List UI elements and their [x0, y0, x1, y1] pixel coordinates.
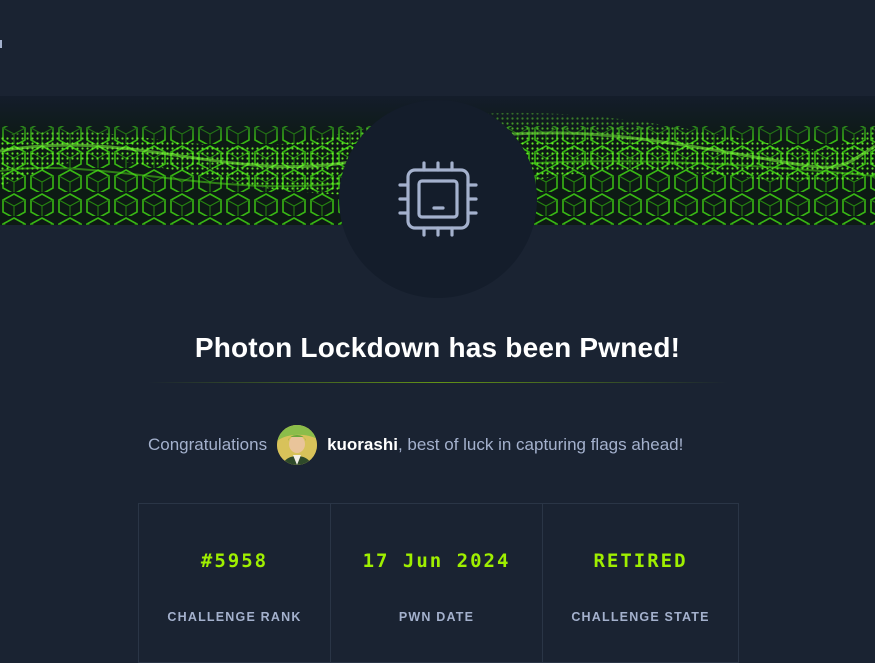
stat-label-pwn-date: PWN DATE — [398, 610, 475, 624]
congrats-prefix: Congratulations — [148, 435, 268, 454]
user-avatar-image — [277, 425, 318, 465]
pwned-title: Photon Lockdown has been Pwned! — [194, 332, 681, 363]
username-link[interactable]: kuorashi — [327, 435, 398, 455]
stat-value-state: RETIRED — [593, 550, 688, 572]
cpu-chip-icon — [398, 161, 478, 237]
stat-label-rank: CHALLENGE RANK — [167, 610, 302, 624]
top-bar — [0, 0, 875, 96]
challenge-badge — [339, 100, 537, 298]
challenge-stats: #5958 CHALLENGE RANK 17 Jun 2024 PWN DAT… — [138, 503, 739, 663]
avatar[interactable] — [277, 425, 318, 465]
stat-label-state: CHALLENGE STATE — [571, 610, 710, 624]
congrats-message: Congratulations kuorashi , best of luck … — [148, 424, 683, 466]
stat-card-rank: #5958 CHALLENGE RANK — [138, 503, 331, 663]
title-divider — [148, 382, 728, 383]
stat-card-pwn-date: 17 Jun 2024 PWN DATE — [331, 503, 543, 663]
stat-value-rank: #5958 — [200, 550, 269, 572]
stat-card-state: RETIRED CHALLENGE STATE — [543, 503, 739, 663]
edge-scroll-indicator — [0, 40, 2, 48]
congrats-suffix: , best of luck in capturing flags ahead! — [397, 435, 684, 454]
stat-value-pwn-date: 17 Jun 2024 — [362, 550, 511, 572]
